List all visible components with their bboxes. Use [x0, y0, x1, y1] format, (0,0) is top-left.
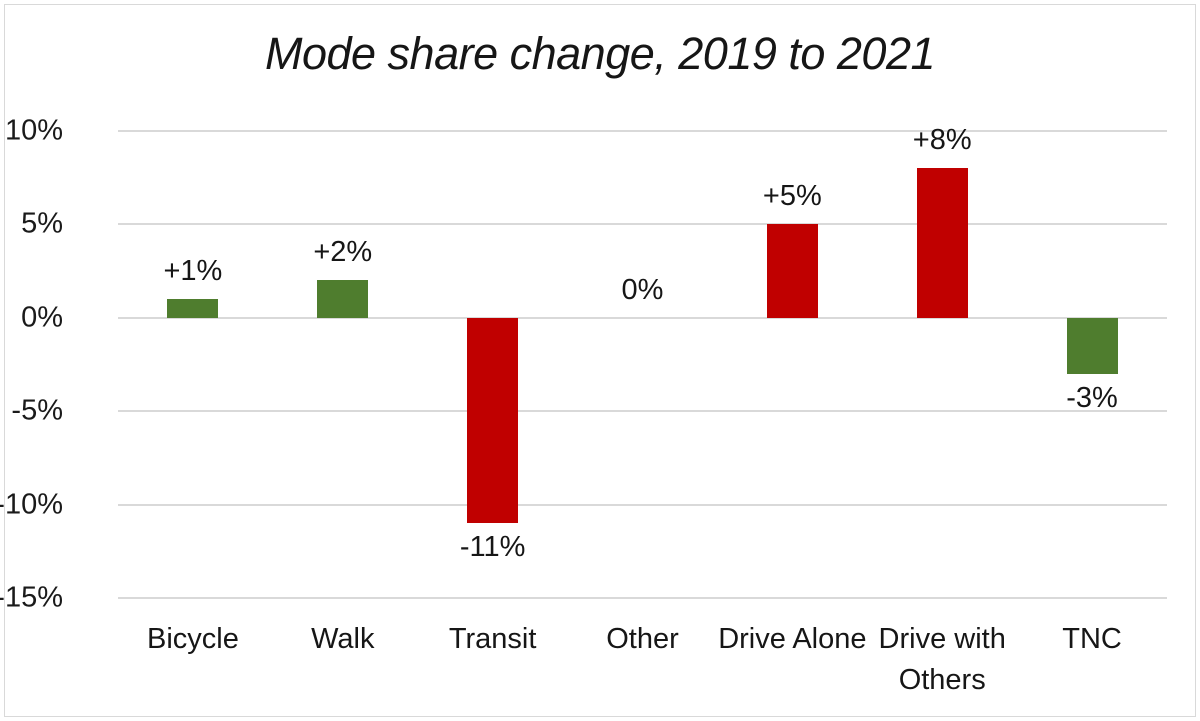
bar-value-label: +1%	[163, 255, 223, 288]
y-axis-tick-label: -10%	[0, 488, 63, 521]
gridline-10	[118, 130, 1167, 132]
y-axis-tick-label: 10%	[4, 114, 63, 147]
bar[interactable]	[467, 317, 519, 524]
bar-value-label: +8%	[912, 124, 972, 157]
y-axis-tick-label: -5%	[11, 394, 63, 427]
bar-value-label: 0%	[621, 273, 664, 306]
y-axis-tick-label: 0%	[21, 301, 63, 334]
bar[interactable]	[167, 299, 219, 318]
gridline-0	[118, 316, 1167, 319]
gridline-5	[118, 223, 1167, 226]
gridline-neg10	[118, 503, 1167, 506]
gridline-neg5	[118, 410, 1167, 413]
y-axis-tick-label: 5%	[21, 207, 63, 240]
bar-value-label: +5%	[762, 180, 822, 213]
bar[interactable]	[766, 224, 818, 318]
bar-value-label: +2%	[313, 236, 373, 269]
bar[interactable]	[916, 168, 968, 318]
chart-title: Mode share change, 2019 to 2021	[264, 28, 936, 79]
x-axis-category-label: TNC	[1062, 623, 1122, 655]
y-axis-tick-label: -15%	[0, 581, 63, 614]
bar-value-label: -11%	[459, 531, 526, 564]
bar-value-label: -3%	[1066, 381, 1118, 414]
bar[interactable]	[317, 280, 369, 318]
gridline-neg15	[118, 597, 1167, 599]
plot-area: 10% 5% 0% -5% -10% -15% +1% +2% -11% 0% +5% +8% -3%	[0, 115, 1167, 614]
chart-container: Mode share change, 2019 to 2021 10% 5% 0% -…	[0, 0, 1200, 721]
bar[interactable]	[1066, 317, 1118, 374]
